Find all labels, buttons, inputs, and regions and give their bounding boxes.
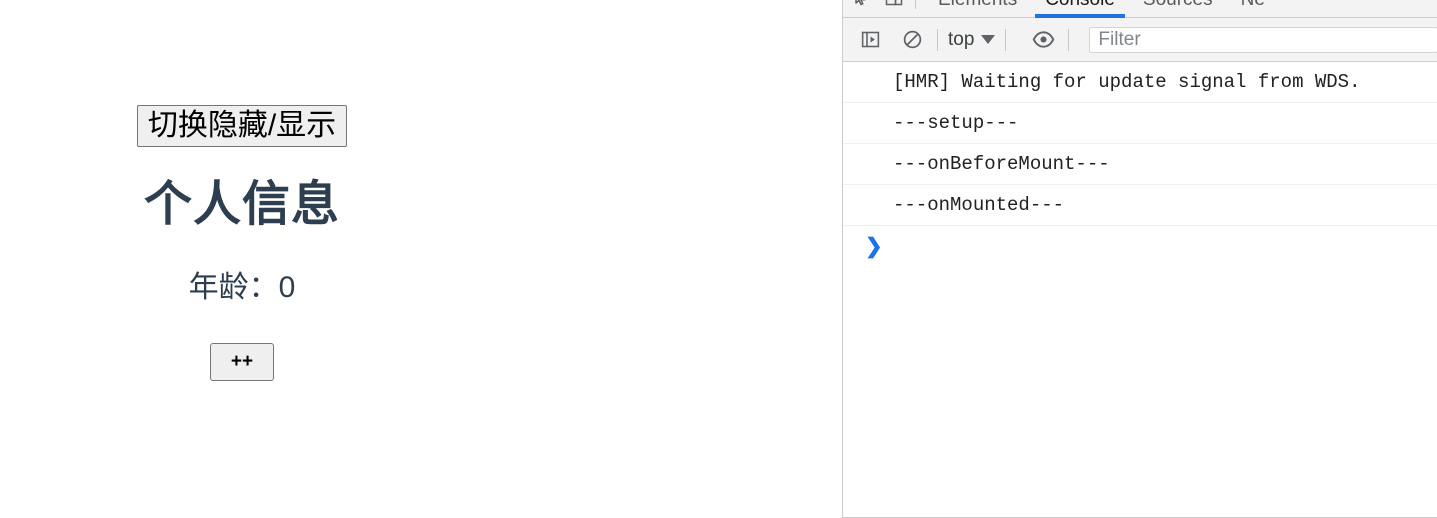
devtools-tab-strip: Elements Console Sources Ne	[843, 0, 1437, 18]
tab-sources-label: Sources	[1143, 0, 1213, 11]
page-title: 个人信息	[143, 178, 340, 231]
console-message-row: ---onMounted---	[843, 185, 1437, 226]
toolbar-divider-2	[1005, 28, 1007, 51]
inspect-element-icon[interactable]	[849, 0, 875, 13]
console-sidebar-icon[interactable]	[855, 25, 885, 55]
console-message-row: ---onBeforeMount---	[843, 144, 1437, 185]
toolbar-divider-3	[1068, 28, 1070, 51]
increment-age-button[interactable]: ++	[209, 343, 275, 381]
devtools-panel: Elements Console Sources Ne	[842, 0, 1437, 518]
tab-sources[interactable]: Sources	[1129, 0, 1227, 18]
execution-context-selector[interactable]: top	[948, 28, 996, 51]
vue-app-root: 切换隐藏/显示 个人信息 年龄：0 ++	[0, 0, 484, 381]
tab-console-label: Console	[1045, 0, 1115, 11]
age-label: 年龄：0	[188, 271, 296, 304]
console-message-text: ---onMounted---	[893, 194, 1065, 216]
web-page-viewport: 切换隐藏/显示 个人信息 年龄：0 ++	[0, 0, 842, 518]
tab-console[interactable]: Console	[1031, 0, 1129, 18]
console-filter-input[interactable]	[1089, 26, 1437, 53]
tab-elements[interactable]: Elements	[924, 0, 1031, 18]
toggle-visibility-button[interactable]: 切换隐藏/显示	[136, 105, 348, 147]
console-message-row: [HMR] Waiting for update signal from WDS…	[843, 62, 1437, 103]
clear-console-icon[interactable]	[897, 25, 927, 55]
tab-network[interactable]: Ne	[1227, 0, 1279, 18]
console-message-row: ---setup---	[843, 103, 1437, 144]
live-expression-icon[interactable]	[1028, 25, 1058, 55]
browser-screenshot: 切换隐藏/显示 个人信息 年龄：0 ++ Elements	[0, 0, 1437, 518]
console-toolbar: top	[843, 18, 1437, 62]
console-message-text: [HMR] Waiting for update signal from WDS…	[893, 71, 1361, 93]
toolbar-divider-1	[937, 28, 938, 51]
tab-network-label: Ne	[1241, 0, 1265, 11]
chevron-down-icon	[981, 35, 996, 44]
console-input-prompt[interactable]: ❯	[843, 226, 1437, 266]
prompt-chevron-icon: ❯	[865, 234, 883, 258]
tab-strip-divider	[915, 0, 916, 9]
console-message-text: ---onBeforeMount---	[893, 153, 1110, 175]
execution-context-label: top	[948, 28, 975, 50]
tab-elements-label: Elements	[938, 0, 1017, 11]
device-toolbar-icon[interactable]	[881, 0, 907, 13]
console-message-text: ---setup---	[893, 112, 1019, 134]
console-message-list[interactable]: [HMR] Waiting for update signal from WDS…	[843, 62, 1437, 517]
